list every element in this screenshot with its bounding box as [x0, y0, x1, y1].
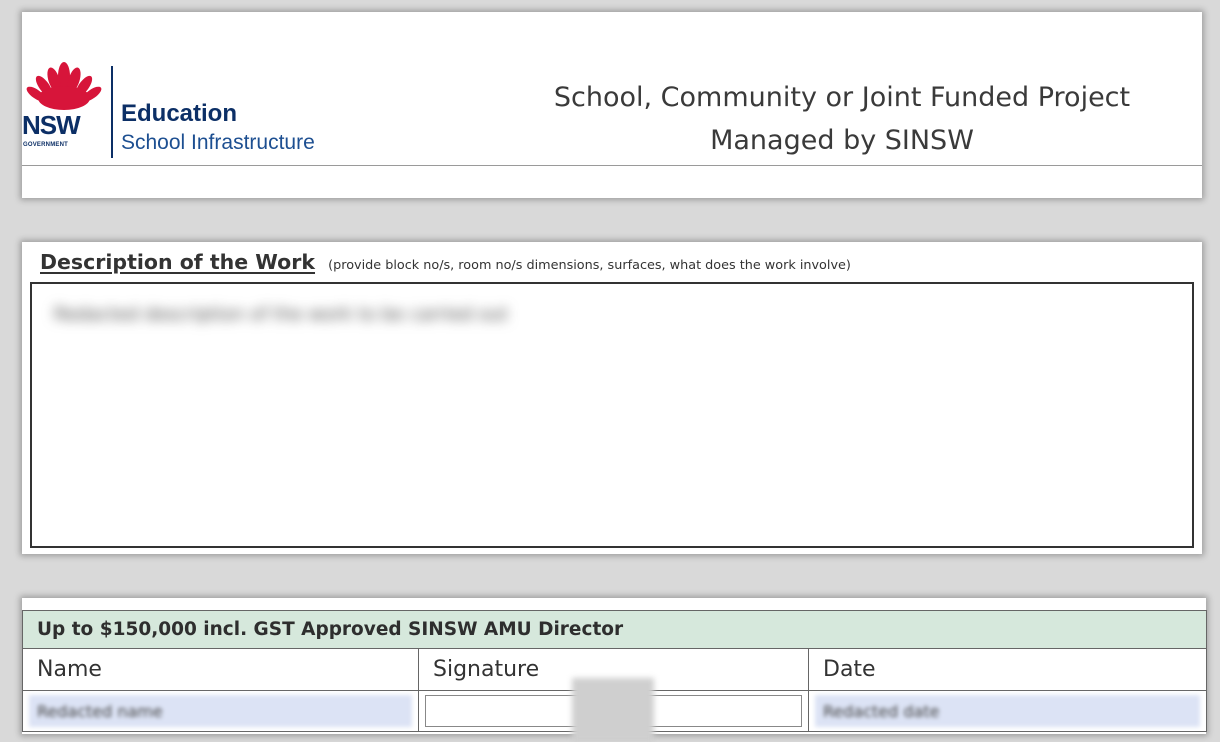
description-section: Description of the Work (provide block n…: [22, 242, 1202, 554]
approval-band-label: Up to $150,000 incl. GST Approved SINSW …: [21, 610, 1208, 649]
header-divider: [22, 165, 1202, 166]
description-value-redacted: Redacted description of the work to be c…: [54, 304, 508, 325]
approval-section: Up to $150,000 incl. GST Approved SINSW …: [21, 598, 1208, 742]
document-title-line-2: Managed by SINSW: [710, 125, 974, 156]
signature-cell: [418, 678, 809, 742]
document-title: School, Community or Joint Funded Projec…: [492, 76, 1192, 162]
date-cell: [807, 690, 1208, 732]
nsw-education-logo: NSW GOVERNMENT Education School Infrastr…: [22, 62, 402, 162]
document-header: NSW GOVERNMENT Education School Infrastr…: [22, 12, 1202, 198]
org-name-secondary: School Infrastructure: [121, 131, 315, 154]
description-label: Description of the Work: [40, 250, 316, 274]
description-hint: (provide block no/s, room no/s dimension…: [328, 258, 851, 273]
nsw-wordmark: NSW: [22, 110, 81, 140]
signature-redaction: [572, 678, 654, 742]
approval-band-row: Up to $150,000 incl. GST Approved SINSW …: [21, 610, 1208, 649]
logo-divider: [111, 66, 113, 158]
waratah-icon: [26, 62, 102, 110]
signature-field[interactable]: [425, 678, 802, 742]
name-field[interactable]: [29, 695, 412, 727]
approval-value-row: [22, 678, 1208, 742]
org-name-primary: Education: [121, 100, 238, 127]
document-title-line-1: School, Community or Joint Funded Projec…: [553, 82, 1131, 113]
description-label-row: Description of the Work (provide block n…: [40, 250, 851, 274]
description-field[interactable]: Redacted description of the work to be c…: [30, 282, 1194, 548]
date-column-header: Date: [807, 648, 1208, 691]
date-field[interactable]: [815, 695, 1201, 727]
name-cell: [22, 690, 419, 732]
name-column-header: Name: [22, 648, 419, 691]
approval-table: Up to $150,000 incl. GST Approved SINSW …: [21, 610, 1208, 742]
government-wordmark: GOVERNMENT: [23, 142, 69, 148]
